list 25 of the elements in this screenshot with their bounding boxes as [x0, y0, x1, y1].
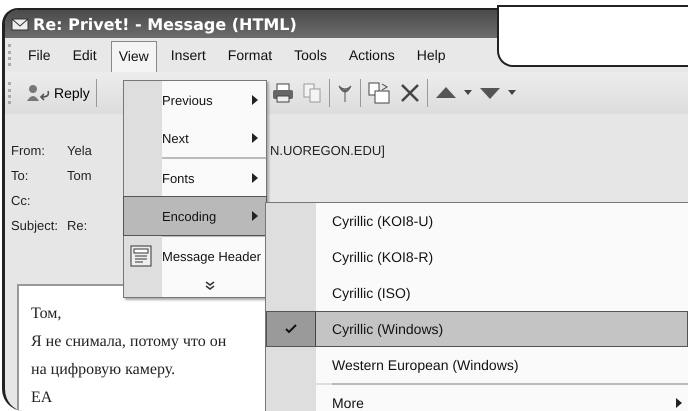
menu-item[interactable]: Tools: [286, 40, 335, 70]
menu-item[interactable]: File: [20, 40, 59, 70]
window-title: Re: Privet! - Message (HTML): [33, 14, 297, 34]
menu-item[interactable]: View: [110, 41, 157, 73]
message-line: Том,: [31, 304, 62, 324]
message-line: ЕА: [31, 388, 52, 408]
field-label: Subject:: [11, 218, 59, 233]
menu-item[interactable]: Insert: [162, 40, 214, 70]
field-value: Yela: [67, 143, 93, 158]
menu-option[interactable]: Cyrillic (Windows): [266, 311, 688, 347]
field-value: Re:: [67, 218, 88, 233]
field-label: To:: [11, 168, 30, 183]
field-label: Cc:: [11, 193, 32, 208]
menu-item[interactable]: Actions: [340, 40, 403, 70]
menu-item[interactable]: Edit: [64, 40, 105, 70]
field-value: N.UOREGON.EDU]: [270, 143, 385, 158]
field-label: From:: [11, 143, 46, 158]
message-line: Я не снимала, потому что он: [31, 332, 226, 352]
menu-item[interactable]: Help: [408, 40, 454, 70]
reply-button[interactable]: Reply: [26, 83, 90, 103]
menu-option[interactable]: Fonts: [124, 159, 266, 197]
message-line: на цифровую камеру.: [31, 360, 176, 380]
field-value: Tom: [67, 168, 93, 183]
menu-option[interactable]: Encoding: [124, 197, 266, 235]
menu-item[interactable]: Format: [220, 40, 280, 70]
